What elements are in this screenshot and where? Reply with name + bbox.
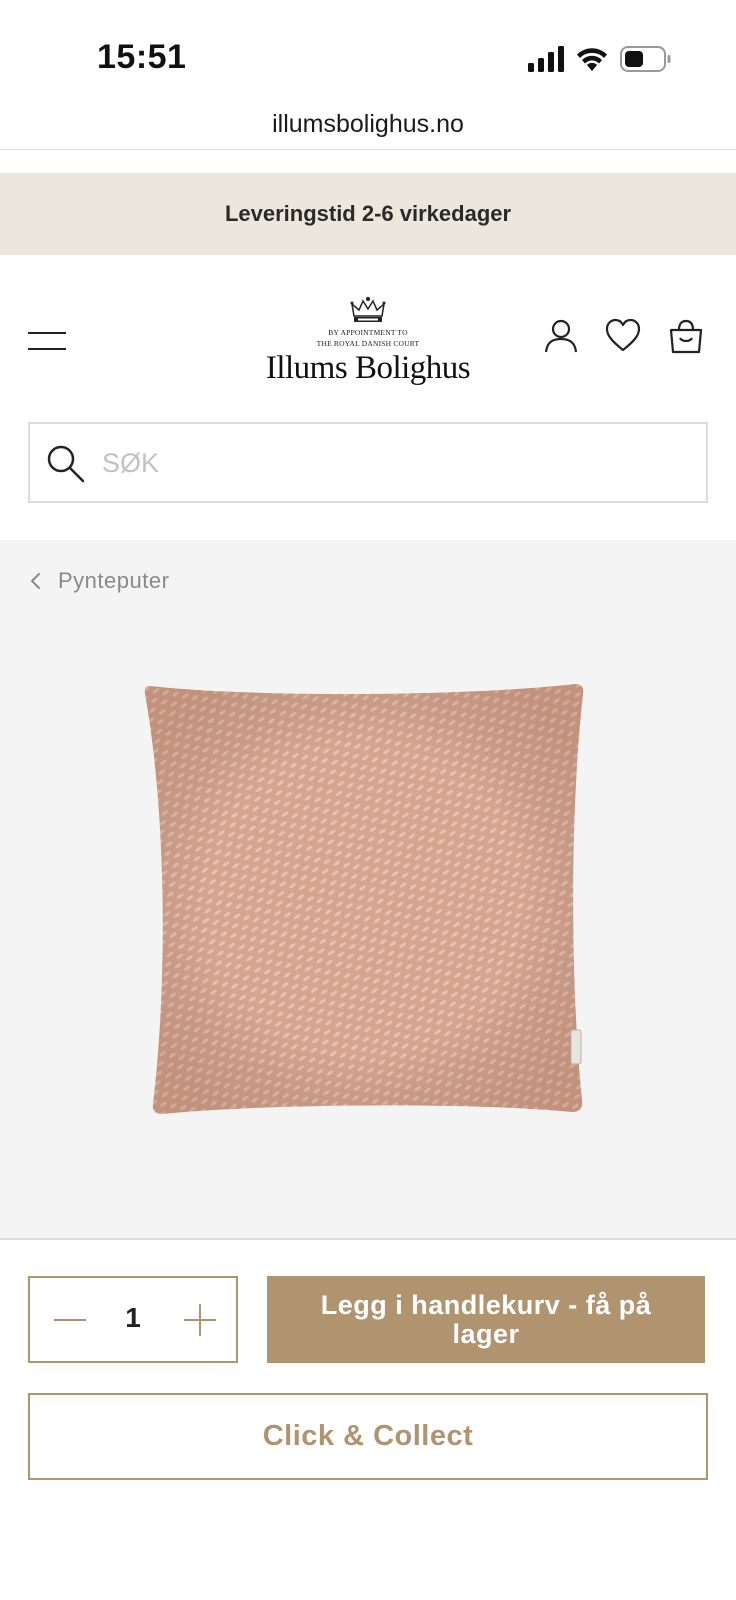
add-to-cart-button[interactable]: Legg i handlekurv - få på lager [267,1276,705,1363]
delivery-banner-text: Leveringstid 2-6 virkedager [224,201,512,226]
quantity-value: 1 [125,1302,141,1333]
cellular-signal-icon [528,46,564,72]
battery-icon [620,46,671,72]
delivery-banner: Leveringstid 2-6 virkedager [0,173,736,255]
heart-icon[interactable] [605,318,641,354]
search-input[interactable] [102,438,682,488]
user-icon[interactable] [543,318,579,354]
breadcrumb-label: Pynteputer [58,568,170,593]
quantity-stepper[interactable]: 1 [28,1276,238,1363]
product-image-area: Pynteputer [0,540,736,1240]
search-box[interactable] [28,422,708,503]
status-time: 15:51 [97,38,187,76]
browser-address-bar[interactable]: illumsbolighus.no [0,110,736,150]
plus-icon[interactable] [178,1298,222,1342]
shopping-bag-icon[interactable] [668,318,704,354]
minus-icon[interactable] [48,1298,92,1342]
logo[interactable]: BY APPOINTMENT TO THE ROYAL DANISH COURT… [258,296,478,392]
logo-name: Illums Bolighus [265,350,471,386]
pillow-image[interactable] [140,680,590,1120]
breadcrumb[interactable]: Pynteputer [28,568,169,594]
logo-appointment-line-2: THE ROYAL DANISH COURT [316,339,420,348]
click-and-collect-button[interactable]: Click & Collect [28,1393,708,1480]
status-bar: 15:51 [0,0,736,110]
wifi-icon [577,48,607,71]
royal-crown-icon [350,297,386,322]
chevron-left-icon [31,573,40,589]
menu-icon[interactable] [28,330,66,352]
search-icon [47,445,85,483]
url-text: illumsbolighus.no [272,110,464,138]
logo-appointment-line-1: BY APPOINTMENT TO [328,328,408,337]
